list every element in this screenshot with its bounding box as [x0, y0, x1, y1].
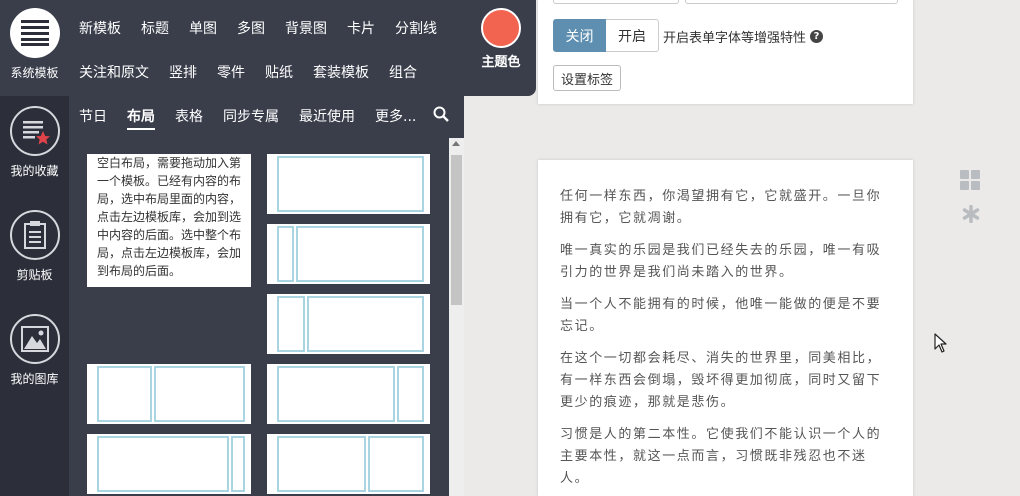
help-icon[interactable]: ?: [810, 30, 824, 43]
rail-label: 系统模板: [10, 66, 59, 80]
enhance-toggle: 关闭 开启: [553, 19, 659, 52]
article-paragraph: 任何一样东西，你渴望拥有它，它就盛开。一旦你拥有它，它就凋谢。: [560, 189, 882, 226]
clipboard-icon: [9, 210, 60, 260]
grid-icon[interactable]: [960, 170, 982, 195]
gallery-icon: [9, 314, 60, 364]
rail-label: 我的图库: [10, 372, 59, 386]
rail-item-favorites[interactable]: 我的收藏: [0, 106, 69, 186]
menu-item-stickers[interactable]: 贴纸: [265, 62, 293, 82]
scrollbar-thumb[interactable]: [451, 155, 462, 305]
tab-holiday[interactable]: 节日: [79, 106, 107, 126]
toggle-description: 开启表单字体等增强特性 ?: [663, 27, 824, 46]
layout-template-panel: 空白布局，需要拖动加入第一个模板。已经有内容的布局，选中布局里面的内容，点击左边…: [69, 138, 464, 496]
menu-item-combo[interactable]: 组合: [389, 62, 417, 82]
layout-cell: [231, 436, 245, 492]
left-rail: 系统模板 我的收藏 剪贴板 我的图库: [0, 0, 69, 496]
tab-table[interactable]: 表格: [175, 106, 203, 126]
layout-template-single[interactable]: [267, 154, 430, 214]
menu-item-parts[interactable]: 零件: [217, 62, 245, 82]
article-paragraph: 当一个人不能拥有的时候，他唯一能做的便是不要忘记。: [560, 297, 882, 334]
tab-layout[interactable]: 布局: [127, 106, 155, 130]
theme-color-label: 主题色: [481, 55, 521, 70]
theme-color-swatch: [481, 8, 521, 48]
menu-item-title[interactable]: 标题: [141, 18, 169, 38]
layout-template-two-thirds-left[interactable]: [267, 434, 430, 494]
layout-cell: [97, 366, 152, 422]
article-card: 任何一样东西，你渴望拥有它，它就盛开。一旦你拥有它，它就凋谢。 唯一真实的乐园是…: [538, 160, 913, 496]
layout-cell: [277, 156, 424, 212]
favorites-icon: [9, 106, 60, 156]
layout-cell: [277, 436, 366, 492]
layout-template-narrow-right[interactable]: [87, 434, 251, 494]
article-paragraph: 在这个一切都会耗尽、消失的世界里，同美相比，有一样东西会倒塌，毁坏得更加彻底，同…: [560, 351, 882, 410]
panel-scrollbar[interactable]: [449, 138, 464, 496]
menu-item-new-template[interactable]: 新模板: [79, 18, 121, 38]
mouse-pointer-icon: [934, 333, 948, 357]
layout-template-left-sidebar[interactable]: [267, 294, 430, 354]
menu-item-card[interactable]: 卡片: [347, 18, 375, 38]
gear-icon[interactable]: [960, 204, 982, 227]
layout-template-narrow-left[interactable]: [267, 224, 430, 284]
menu-item-background-image[interactable]: 背景图: [285, 18, 327, 38]
menu-item-divider[interactable]: 分割线: [395, 18, 437, 38]
menu-row-2: 关注和原文 竖排 零件 贴纸 套装模板 组合: [79, 62, 437, 82]
input-field-partial[interactable]: [553, 0, 679, 4]
subtab-bar: 节日 布局 表格 同步专属 最近使用 更多...: [69, 96, 464, 138]
toggle-close-button[interactable]: 关闭: [553, 19, 606, 52]
menu-item-single-image[interactable]: 单图: [189, 18, 217, 38]
tab-more[interactable]: 更多...: [375, 106, 416, 126]
blank-layout-template[interactable]: 空白布局，需要拖动加入第一个模板。已经有内容的布局，选中布局里面的内容，点击左边…: [87, 154, 251, 287]
rail-item-clipboard[interactable]: 剪贴板: [0, 210, 69, 290]
tab-recent[interactable]: 最近使用: [299, 106, 355, 126]
rail-label: 我的收藏: [10, 164, 59, 178]
layout-cell: [154, 366, 245, 422]
layout-cell: [277, 296, 305, 352]
layout-cell: [97, 436, 229, 492]
layout-cell: [277, 226, 294, 282]
layout-template-right-sidebar[interactable]: [267, 364, 430, 424]
set-label-button[interactable]: 设置标签: [553, 65, 622, 91]
search-icon[interactable]: [433, 106, 449, 126]
toggle-description-text: 开启表单字体等增强特性: [663, 31, 807, 46]
article-paragraph: 习惯是人的第二本性。它使我们不能认识一个人的主要本性，就这一点而言，习惯既非残忍…: [560, 427, 882, 486]
layout-cell: [368, 436, 424, 492]
toggle-open-button[interactable]: 开启: [606, 19, 659, 52]
menu-item-template-sets[interactable]: 套装模板: [313, 62, 369, 82]
menu-item-follow-original[interactable]: 关注和原文: [79, 62, 149, 82]
settings-card: 关闭 开启 开启表单字体等增强特性 ? 设置标签: [538, 0, 913, 104]
layout-cell: [397, 366, 424, 422]
template-category-menu: 新模板 标题 单图 多图 背景图 卡片 分割线 关注和原文 竖排 零件 贴纸 套…: [69, 0, 536, 96]
blank-layout-note: 空白布局，需要拖动加入第一个模板。已经有内容的布局，选中布局里面的内容，点击左边…: [97, 156, 242, 278]
article-paragraph: 唯一真实的乐园是我们已经失去的乐园，唯一有吸引力的世界是我们尚未踏入的世界。: [560, 243, 882, 280]
layout-cell: [307, 296, 424, 352]
menu-item-multi-image[interactable]: 多图: [237, 18, 265, 38]
tab-sync-exclusive[interactable]: 同步专属: [223, 106, 279, 126]
rail-item-system-templates[interactable]: 系统模板: [0, 0, 69, 96]
menu-row-1: 新模板 标题 单图 多图 背景图 卡片 分割线: [79, 18, 457, 38]
layout-cell: [277, 366, 395, 422]
theme-color-button[interactable]: 主题色: [479, 8, 523, 70]
scroll-up-arrow-icon[interactable]: [452, 141, 460, 146]
rail-label: 剪贴板: [16, 268, 53, 282]
input-field-partial[interactable]: [685, 0, 898, 4]
menu-item-vertical[interactable]: 竖排: [169, 62, 197, 82]
template-icon: [9, 8, 60, 58]
layout-template-one-third-left[interactable]: [87, 364, 251, 424]
layout-cell: [296, 226, 424, 282]
side-toolbar: [960, 170, 982, 227]
rail-item-gallery[interactable]: 我的图库: [0, 314, 69, 394]
